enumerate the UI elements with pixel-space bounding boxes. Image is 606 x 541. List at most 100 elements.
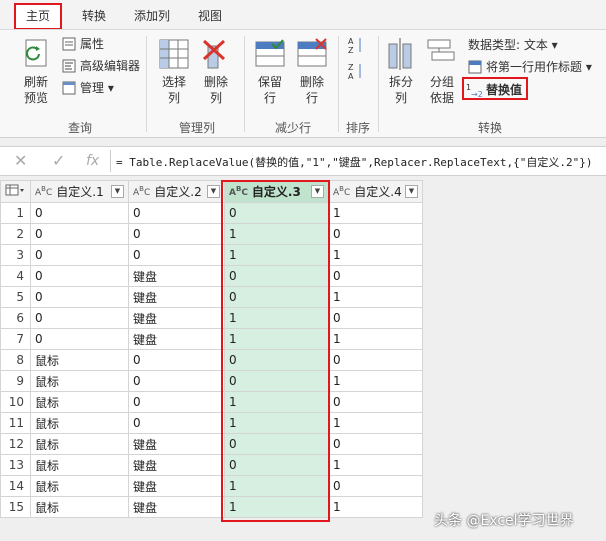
table-cell[interactable]: 0 xyxy=(328,391,423,413)
table-cell[interactable]: 键盘 xyxy=(128,475,225,497)
table-body: 1 0 0 0 1 2 0 0 1 0 3 0 0 1 1 4 0 键盘 0 0 5 0 键盘 0 1 6 0 键盘 1 0 7 0 键盘 1 1 8… xyxy=(0,202,423,518)
column-filter-dropdown[interactable]: ▼ xyxy=(207,185,220,198)
row-number[interactable]: 13 xyxy=(0,454,31,476)
table-cell[interactable]: 0 xyxy=(128,412,225,434)
table-cell[interactable]: 0 xyxy=(30,286,129,308)
row-number[interactable]: 15 xyxy=(0,496,31,518)
table-cell[interactable]: 0 xyxy=(30,265,129,287)
manage-button[interactable]: 管理 ▾ xyxy=(80,80,114,96)
table-cell[interactable]: 鼠标 xyxy=(30,370,129,392)
split-column-button[interactable]: 拆分 列 xyxy=(382,74,420,106)
ribbon-tab-bar: 主页 转换 添加列 视图 xyxy=(0,0,606,30)
column-filter-dropdown[interactable]: ▼ xyxy=(111,185,124,198)
column-header-label: 自定义.1 xyxy=(56,185,104,199)
table-cell[interactable]: 0 xyxy=(128,202,225,224)
table-cell[interactable]: 0 xyxy=(30,328,129,350)
table-cell[interactable]: 鼠标 xyxy=(30,412,129,434)
properties-button[interactable]: 属性 xyxy=(80,36,104,52)
table-row: 12 鼠标 键盘 0 0 xyxy=(0,433,423,455)
table-cell[interactable]: 鼠标 xyxy=(30,433,129,455)
table-cell[interactable]: 键盘 xyxy=(128,286,225,308)
row-number[interactable]: 1 xyxy=(0,202,31,224)
cancel-icon[interactable]: ✕ xyxy=(14,151,27,170)
table-cell[interactable]: 0 xyxy=(328,307,423,329)
table-cell[interactable]: 0 xyxy=(30,202,129,224)
table-row: 6 0 键盘 1 0 xyxy=(0,307,423,329)
table-cell[interactable]: 鼠标 xyxy=(30,475,129,497)
data-type-dropdown[interactable]: 数据类型: 文本 ▾ xyxy=(468,37,558,53)
sort-ascending-icon[interactable]: A Z xyxy=(348,36,364,54)
table-cell[interactable]: 1 xyxy=(328,412,423,434)
table-cell[interactable]: 1 xyxy=(328,202,423,224)
advanced-editor-button[interactable]: 高级编辑器 xyxy=(80,58,140,74)
keep-rows-button[interactable]: 保留 行 xyxy=(250,74,290,106)
fx-icon[interactable]: fx xyxy=(86,153,99,169)
table-cell[interactable]: 键盘 xyxy=(128,454,225,476)
table-cell[interactable]: 0 xyxy=(30,307,129,329)
row-number[interactable]: 3 xyxy=(0,244,31,266)
table-cell[interactable]: 键盘 xyxy=(128,496,225,518)
column-header-1[interactable]: ABC 自定义.1 ▼ xyxy=(30,180,129,203)
tab-view[interactable]: 视图 xyxy=(188,4,232,29)
tab-add-column[interactable]: 添加列 xyxy=(124,4,180,29)
table-cell[interactable]: 1 xyxy=(328,328,423,350)
row-number[interactable]: 9 xyxy=(0,370,31,392)
table-cell[interactable]: 0 xyxy=(128,223,225,245)
table-cell[interactable]: 0 xyxy=(328,223,423,245)
group-label-reduce-rows: 减少行 xyxy=(274,121,311,135)
table-cell[interactable]: 0 xyxy=(30,223,129,245)
text-type-icon: ABC xyxy=(133,185,151,198)
column-filter-dropdown[interactable]: ▼ xyxy=(405,185,418,198)
svg-text:A: A xyxy=(348,37,354,46)
row-number[interactable]: 12 xyxy=(0,433,31,455)
row-number[interactable]: 11 xyxy=(0,412,31,434)
table-cell[interactable]: 键盘 xyxy=(128,328,225,350)
table-cell[interactable]: 1 xyxy=(328,244,423,266)
formula-text[interactable]: = Table.ReplaceValue(替换的值,"1","键盘",Repla… xyxy=(116,154,593,170)
tab-transform[interactable]: 转换 xyxy=(72,4,116,29)
table-cell[interactable]: 0 xyxy=(328,475,423,497)
table-cell[interactable]: 0 xyxy=(128,391,225,413)
refresh-preview-button[interactable]: 刷新 预览 xyxy=(16,74,56,106)
row-number[interactable]: 14 xyxy=(0,475,31,497)
table-cell[interactable]: 0 xyxy=(128,349,225,371)
row-number[interactable]: 7 xyxy=(0,328,31,350)
table-cell[interactable]: 1 xyxy=(328,454,423,476)
remove-columns-button[interactable]: 删除 列 xyxy=(196,74,236,106)
highlight-home-tab xyxy=(14,3,62,30)
row-number[interactable]: 6 xyxy=(0,307,31,329)
row-number[interactable]: 4 xyxy=(0,265,31,287)
group-separator xyxy=(146,36,147,132)
confirm-icon[interactable]: ✓ xyxy=(52,151,65,170)
table-cell[interactable]: 0 xyxy=(30,244,129,266)
table-cell[interactable]: 鼠标 xyxy=(30,454,129,476)
table-cell[interactable]: 键盘 xyxy=(128,433,225,455)
table-cell[interactable]: 1 xyxy=(328,286,423,308)
remove-rows-button[interactable]: 删除 行 xyxy=(292,74,332,106)
row-number[interactable]: 10 xyxy=(0,391,31,413)
table-cell[interactable]: 0 xyxy=(128,244,225,266)
table-cell[interactable]: 鼠标 xyxy=(30,391,129,413)
table-cell[interactable]: 键盘 xyxy=(128,307,225,329)
table-cell[interactable]: 1 xyxy=(328,496,423,518)
table-cell[interactable]: 鼠标 xyxy=(30,349,129,371)
first-row-header-button[interactable]: 将第一行用作标题 ▾ xyxy=(486,59,592,75)
row-number[interactable]: 2 xyxy=(0,223,31,245)
table-cell[interactable]: 0 xyxy=(328,433,423,455)
text-type-icon: ABC xyxy=(333,185,351,198)
row-number[interactable]: 8 xyxy=(0,349,31,371)
table-cell[interactable]: 0 xyxy=(328,265,423,287)
table-menu-corner[interactable] xyxy=(0,180,31,203)
table-cell[interactable]: 1 xyxy=(328,370,423,392)
remove-columns-icon xyxy=(202,39,226,69)
sort-descending-icon[interactable]: Z A xyxy=(348,62,364,80)
table-cell[interactable]: 0 xyxy=(128,370,225,392)
column-header-4[interactable]: ABC 自定义.4 ▼ xyxy=(328,180,423,203)
choose-columns-button[interactable]: 选择 列 xyxy=(154,74,194,106)
table-cell[interactable]: 鼠标 xyxy=(30,496,129,518)
table-cell[interactable]: 0 xyxy=(328,349,423,371)
table-cell[interactable]: 键盘 xyxy=(128,265,225,287)
row-number[interactable]: 5 xyxy=(0,286,31,308)
group-by-button[interactable]: 分组 依据 xyxy=(422,74,462,106)
column-header-2[interactable]: ABC 自定义.2 ▼ xyxy=(128,180,225,203)
